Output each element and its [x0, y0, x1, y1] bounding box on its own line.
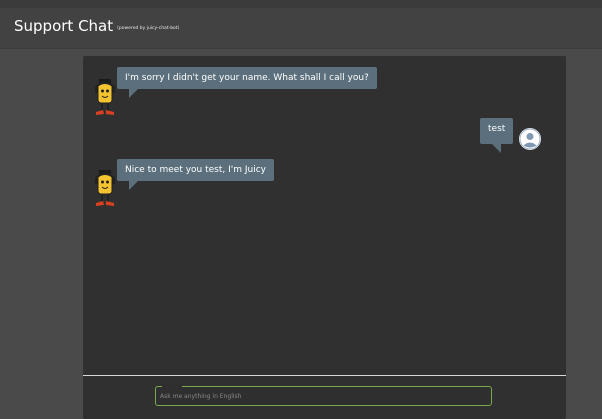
chat-panel: [83, 56, 566, 419]
message-bubble-bot: Nice to meet you test, I'm Juicy: [117, 159, 274, 190]
page-title-text: Support Chat: [14, 17, 114, 35]
chat-divider: [83, 375, 566, 376]
message-text: Nice to meet you test, I'm Juicy: [125, 165, 266, 175]
message-input-container[interactable]: [155, 385, 492, 406]
page-subtitle: (powered by juicy-chat-bot): [117, 26, 180, 31]
message-text: I'm sorry I didn't get your name. What s…: [125, 73, 369, 83]
message-bubble-user: test: [480, 118, 514, 153]
page-title: Support Chat (powered by juicy-chat-bot): [14, 17, 179, 35]
message-bubble-bot: I'm sorry I didn't get your name. What s…: [117, 67, 377, 98]
message-input[interactable]: [160, 390, 480, 402]
window-top-bar: [0, 0, 602, 8]
input-label-notch: [162, 385, 182, 388]
page-header: Support Chat (powered by juicy-chat-bot): [0, 8, 602, 49]
message-text: test: [488, 124, 506, 134]
user-avatar-icon: [519, 128, 541, 150]
chatbot-avatar-icon: [95, 170, 115, 206]
user-silhouette-icon: [519, 128, 541, 150]
chatbot-avatar-icon: [95, 79, 115, 115]
